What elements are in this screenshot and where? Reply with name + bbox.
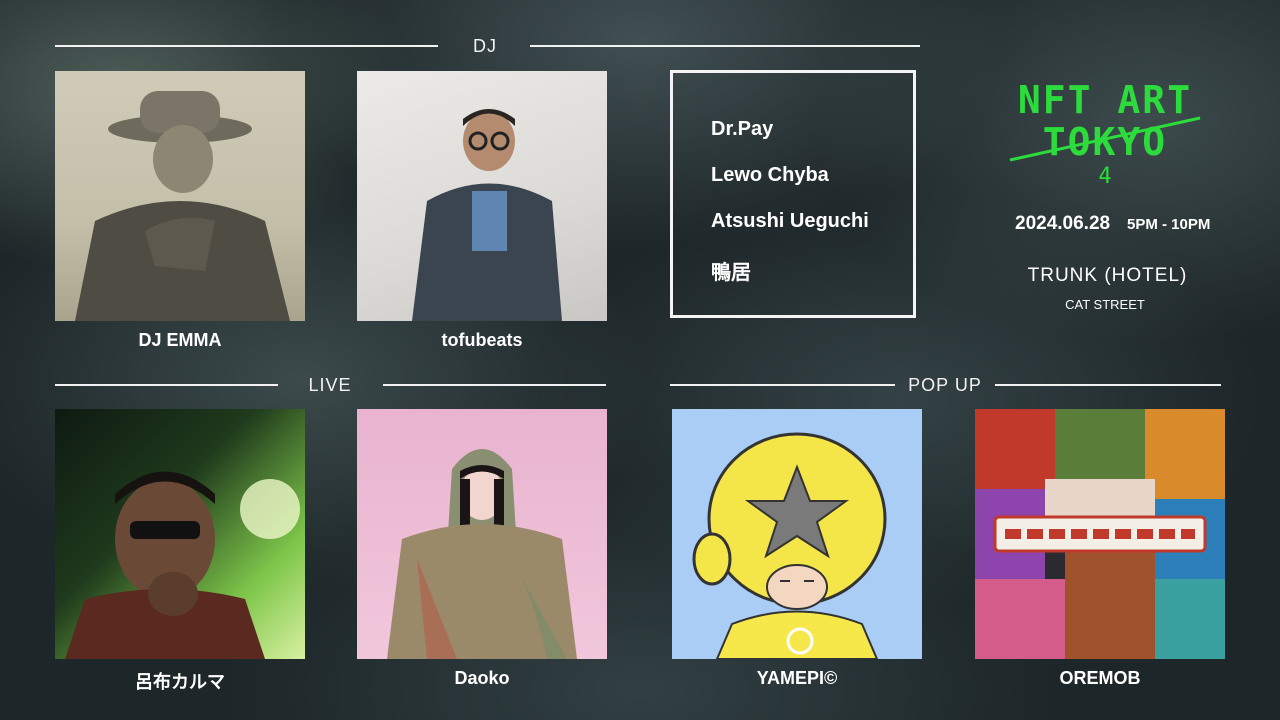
tofubeats-name: tofubeats [441,330,523,350]
dj-list-item: Atsushi Ueguchi [711,210,869,232]
popup-rule-left [670,384,895,386]
dj-list-item: 鴨居 [711,262,751,284]
dj-emma-name: DJ EMMA [138,330,222,350]
ryofu-karuma-name: 呂布カルマ [135,672,225,692]
live-rule-right [383,384,606,386]
popup-rule-right [995,384,1221,386]
section-title-dj: DJ [473,36,497,56]
event-venue: TRUNK (HOTEL) [1027,265,1188,286]
logo-line-3: 4 [1098,164,1112,189]
section-title-live: LIVE [308,375,352,395]
dj-list-item: Lewo Chyba [711,164,829,186]
oremob-name: OREMOB [1059,668,1141,688]
dj-rule-right [530,45,920,47]
yamepi-name: YAMEPI© [756,668,838,688]
dj-rule-left [55,45,438,47]
section-title-popup: POP UP [908,375,982,395]
daoko-name: Daoko [454,668,510,688]
ryofu-karuma-photo [55,409,305,659]
dj-list-item: Dr.Pay [711,118,774,140]
dj-list-box: Dr.Pay Lewo Chyba Atsushi Ueguchi 鴨居 [670,70,916,318]
event-date: 2024.06.28 [1015,213,1111,234]
live-rule-left [55,384,278,386]
daoko-photo [357,409,607,659]
yamepi-artwork [672,409,922,659]
dj-emma-photo [55,71,305,321]
event-time: 5PM - 10PM [1127,216,1211,233]
oremob-artwork [975,409,1225,659]
tofubeats-photo [357,71,607,321]
nft-art-tokyo-logo: NFT ART TOKYO 4 [1000,80,1210,190]
event-venue-sub: CAT STREET [1065,297,1145,312]
